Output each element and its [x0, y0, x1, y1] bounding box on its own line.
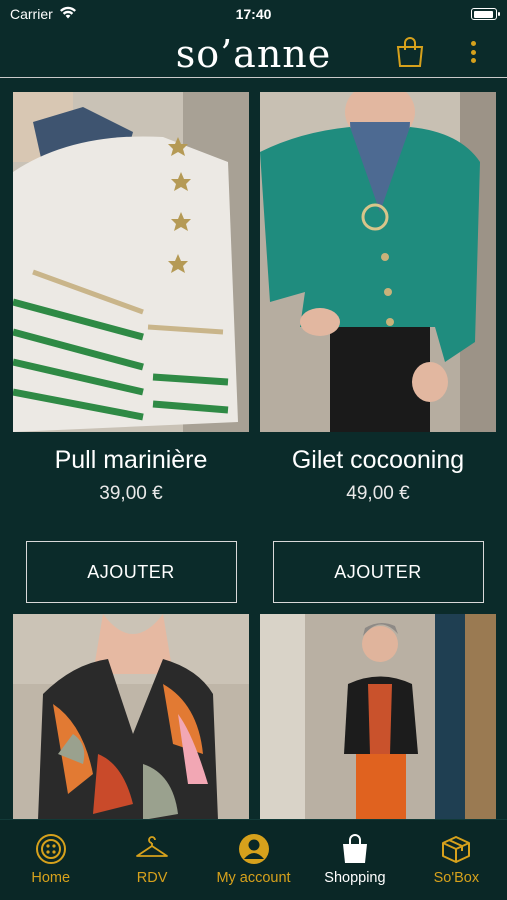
more-menu-button[interactable] [464, 38, 482, 66]
tab-home[interactable]: Home [0, 820, 101, 900]
add-to-cart-button[interactable]: AJOUTER [272, 541, 484, 603]
user-icon [237, 832, 271, 866]
tab-label: Home [31, 870, 71, 886]
shopping-bag-icon [338, 832, 372, 866]
tab-shopping[interactable]: Shopping [304, 820, 405, 900]
status-left: Carrier [10, 6, 77, 22]
shopping-bag-icon [396, 37, 424, 67]
cart-button[interactable] [395, 36, 425, 68]
product-card[interactable] [260, 614, 496, 820]
tab-rdv[interactable]: RDV [101, 820, 202, 900]
tab-sobox[interactable]: So'Box [406, 820, 507, 900]
tab-label: So'Box [433, 870, 480, 886]
more-vertical-icon [470, 41, 476, 46]
product-card[interactable] [13, 614, 249, 820]
carrier-label: Carrier [10, 6, 53, 22]
menu-dot [470, 58, 476, 63]
product-price: 39,00 € [99, 483, 163, 504]
app-header: so’anne [0, 28, 507, 78]
product-card[interactable]: Gilet cocooning 49,00 € AJOUTER [260, 92, 496, 603]
box-icon [439, 832, 473, 866]
status-bar: Carrier 17:40 [0, 0, 507, 28]
battery-fill [473, 10, 494, 18]
product-name[interactable]: Pull marinière [13, 446, 249, 475]
product-name[interactable]: Gilet cocooning [260, 446, 496, 475]
product-card[interactable]: Pull marinière 39,00 € AJOUTER [13, 92, 249, 603]
wifi-icon [59, 6, 77, 22]
hanger-icon [135, 832, 169, 866]
add-to-cart-button[interactable]: AJOUTER [25, 541, 237, 603]
brand-logo: so’anne [175, 32, 332, 76]
product-price: 49,00 € [346, 483, 410, 504]
battery-icon [471, 8, 500, 20]
tab-label: My account [216, 870, 291, 886]
product-image[interactable] [13, 614, 249, 820]
product-image[interactable] [13, 92, 249, 432]
product-image[interactable] [260, 92, 496, 432]
tab-my-account[interactable]: My account [203, 820, 304, 900]
menu-dot [470, 49, 476, 55]
product-image[interactable] [260, 614, 496, 820]
button-icon [34, 832, 68, 866]
bottom-tab-bar: Home RDV My account Shopping So'Box [0, 819, 507, 900]
tab-label: RDV [136, 870, 168, 886]
tab-label: Shopping [324, 870, 386, 886]
